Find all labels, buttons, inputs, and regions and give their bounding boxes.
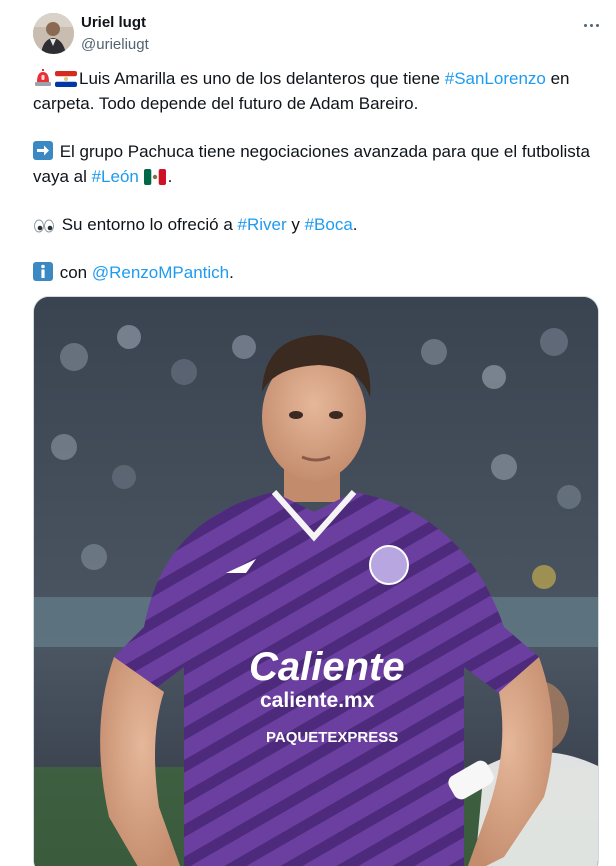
jersey-sponsor-url: caliente.mx — [260, 689, 375, 712]
tweet-text: Luis Amarilla es uno de los delanteros q… — [33, 66, 593, 308]
eyes-icon — [34, 219, 54, 233]
tweet-text-segment: y — [286, 215, 305, 234]
rotating-light-icon — [35, 69, 51, 86]
tweet-text-segment: Luis Amarilla es uno de los delanteros q… — [79, 69, 445, 88]
tweet-paragraph-4: con @RenzoMPantich. — [33, 260, 593, 285]
tweet-paragraph-2: El grupo Pachuca tiene negociaciones ava… — [33, 139, 593, 189]
paraguay-flag-icon — [55, 71, 77, 87]
tweet-photo[interactable]: Caliente caliente.mx PAQUETEXPRESS — [33, 296, 599, 866]
mexico-flag-icon — [143, 169, 166, 185]
tweet-paragraph-1: Luis Amarilla es uno de los delanteros q… — [33, 66, 593, 116]
more-options-icon[interactable] — [578, 18, 604, 32]
avatar[interactable] — [33, 13, 74, 54]
hashtag-boca-link[interactable]: #Boca — [305, 215, 353, 234]
author-handle[interactable]: @urieliugt — [81, 36, 149, 53]
hashtag-sanlorenzo-link[interactable]: #SanLorenzo — [445, 69, 546, 88]
tweet-text-segment: . — [229, 263, 234, 282]
jersey-sponsor: Caliente — [249, 645, 405, 689]
tweet-card: Uriel lugt @urieliugt Luis Amarilla es u… — [0, 0, 616, 866]
right-arrow-icon — [33, 141, 53, 160]
hashtag-river-link[interactable]: #River — [238, 215, 287, 234]
tweet-text-segment: con — [55, 263, 92, 282]
author-name[interactable]: Uriel lugt — [81, 14, 146, 31]
mention-renzompantich-link[interactable]: @RenzoMPantich — [92, 263, 229, 282]
hashtag-leon-link[interactable]: #León — [92, 167, 139, 186]
jersey-sleeve-text: PAQUETEXPRESS — [266, 729, 398, 746]
information-icon — [33, 262, 53, 281]
tweet-text-segment: . — [352, 215, 358, 234]
tweet-text-segment: . — [167, 167, 173, 186]
tweet-text-segment: Su entorno lo ofreció a — [57, 215, 238, 234]
tweet-paragraph-3: Su entorno lo ofreció a #River y #Boca. — [33, 212, 593, 237]
